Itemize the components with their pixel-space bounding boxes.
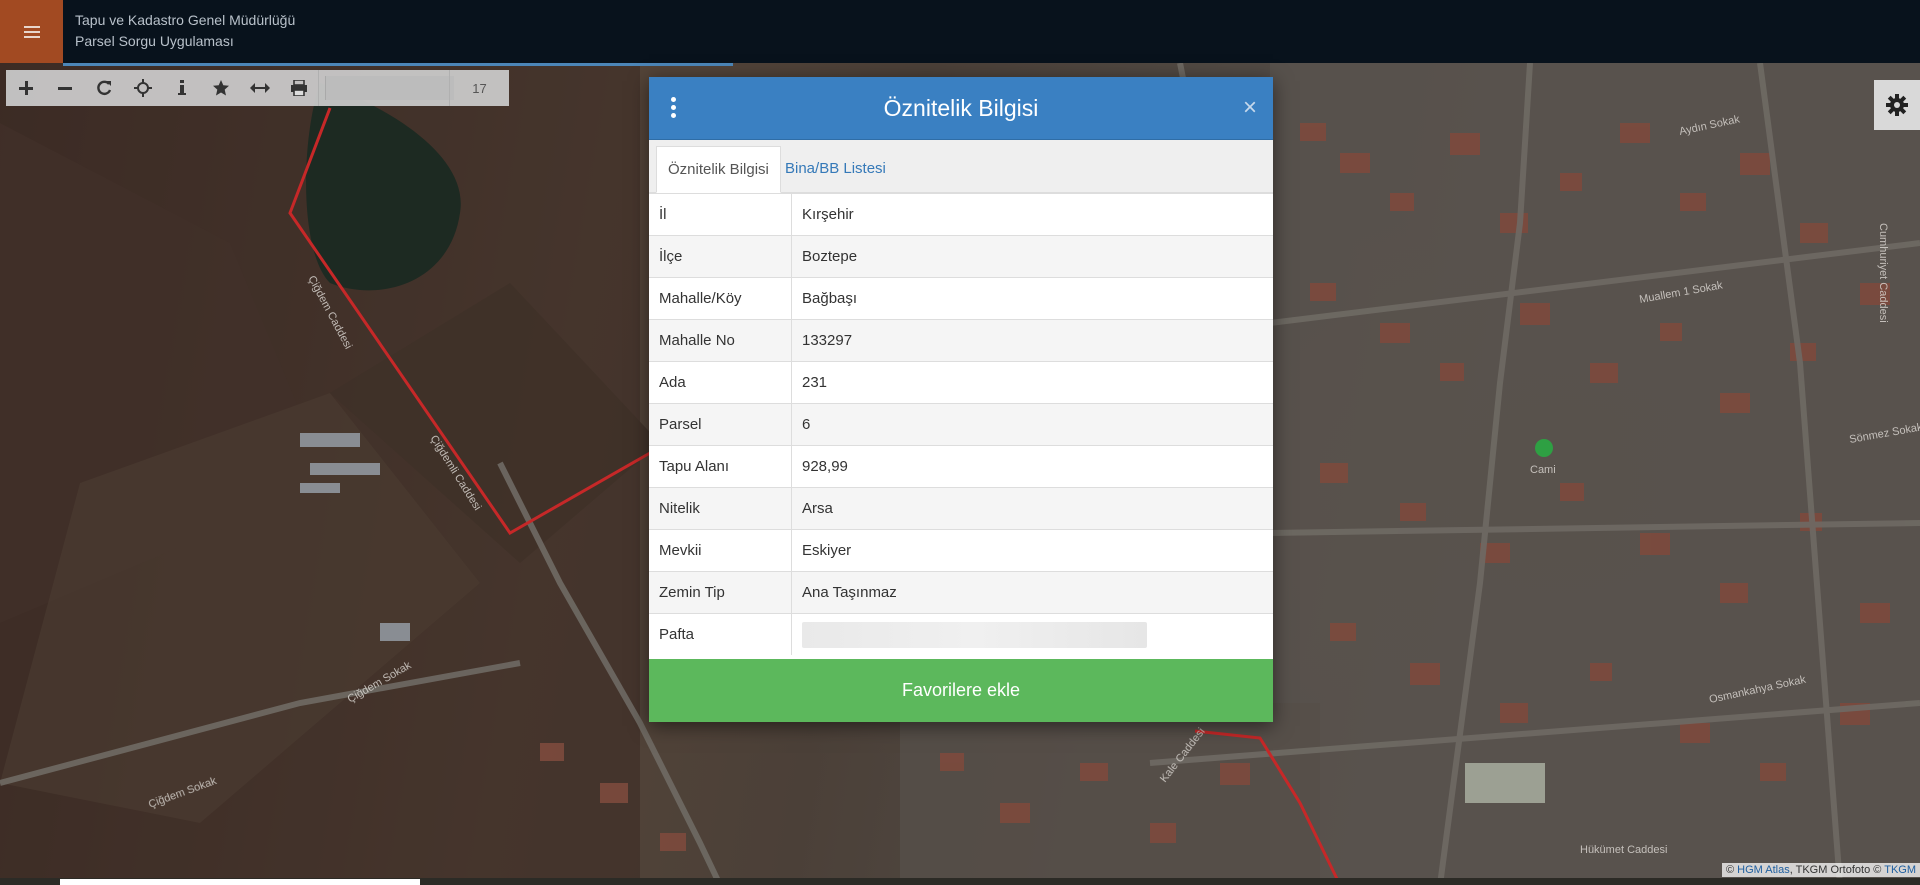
org-name: Tapu ve Kadastro Genel Müdürlüğü: [75, 12, 296, 28]
app-name: Parsel Sorgu Uygulaması: [75, 33, 234, 49]
search-box: [318, 70, 454, 106]
top-bar: Tapu ve Kadastro Genel Müdürlüğü Parsel …: [0, 0, 1920, 63]
add-to-favorites-button[interactable]: Favorilere ekle: [649, 659, 1273, 722]
table-row: Mahalle/Köy Bağbaşı: [649, 277, 1273, 320]
close-icon[interactable]: ×: [1243, 92, 1257, 124]
attribute-value: 6: [791, 403, 1273, 446]
map-label: Hükümet Caddesi: [1580, 844, 1667, 856]
attribute-value: Bağbaşı: [791, 277, 1273, 320]
info-button[interactable]: [162, 70, 201, 106]
menu-button[interactable]: [0, 0, 63, 63]
attribute-value: 928,99: [791, 445, 1273, 488]
table-row: Parsel 6: [649, 403, 1273, 446]
zoom-in-button[interactable]: [6, 70, 45, 106]
attribute-value: Kırşehir: [791, 193, 1273, 236]
dialog-tabs: Öznitelik Bilgisi Bina/BB Listesi: [649, 140, 1273, 193]
measure-button[interactable]: [240, 70, 279, 106]
loading-bar: [63, 63, 733, 66]
attribute-value: Boztepe: [791, 235, 1273, 278]
table-row: Mahalle No 133297: [649, 319, 1273, 362]
attribute-key: Mahalle/Köy: [649, 277, 792, 320]
table-row: Nitelik Arsa: [649, 487, 1273, 530]
table-row: Tapu Alanı 928,99: [649, 445, 1273, 488]
gear-icon: [1886, 94, 1908, 116]
zoom-out-button[interactable]: [45, 70, 84, 106]
map-attribution: © HGM Atlas, TKGM Ortofoto © TKGM: [1721, 863, 1920, 877]
table-row: İl Kırşehir: [649, 193, 1273, 236]
attribute-value: Arsa: [791, 487, 1273, 530]
favorites-button[interactable]: [201, 70, 240, 106]
map-label: Cumhuriyet Caddesi: [1877, 223, 1889, 323]
search-input[interactable]: [325, 76, 454, 100]
attribute-key: Tapu Alanı: [649, 445, 792, 488]
attribute-value: Ana Taşınmaz: [791, 571, 1273, 614]
tab-building-list[interactable]: Bina/BB Listesi: [774, 146, 897, 192]
attribute-value: [791, 613, 1273, 655]
plus-icon: [18, 81, 33, 95]
attribute-key: Mahalle No: [649, 319, 792, 362]
attribute-value: Eskiyer: [791, 529, 1273, 572]
tab-attributes[interactable]: Öznitelik Bilgisi: [656, 146, 781, 193]
attribute-key: İl: [649, 193, 792, 236]
hamburger-icon: [23, 23, 40, 41]
table-row: Mevkii Eskiyer: [649, 529, 1273, 572]
attribute-table: İl Kırşehir İlçe Boztepe Mahalle/Köy Bağbaş…: [649, 193, 1273, 655]
table-row: Ada 231: [649, 361, 1273, 404]
dialog-header: Öznitelik Bilgisi ×: [649, 77, 1273, 140]
attribute-value: 231: [791, 361, 1273, 404]
attribute-dialog: Öznitelik Bilgisi × Öznitelik Bilgisi Bi…: [649, 77, 1273, 722]
attribute-key: Mevkii: [649, 529, 792, 572]
refresh-icon: [96, 80, 111, 96]
map-toolbar: 17: [6, 70, 509, 106]
dialog-title: Öznitelik Bilgisi: [883, 95, 1039, 121]
attribute-key: Pafta: [649, 613, 792, 655]
attribute-value: 133297: [791, 319, 1273, 362]
crosshair-icon: [133, 79, 152, 97]
arrows-horizontal-icon: [249, 83, 270, 93]
mosque-marker-icon[interactable]: [1535, 439, 1553, 457]
minus-icon: [57, 87, 72, 90]
bottom-strip: [0, 878, 1920, 885]
app-title: Tapu ve Kadastro Genel Müdürlüğü Parsel …: [75, 10, 295, 52]
star-icon: [212, 80, 229, 96]
info-icon: [177, 80, 186, 95]
attribute-key: Zemin Tip: [649, 571, 792, 614]
attribute-key: Ada: [649, 361, 792, 404]
table-row: Pafta: [649, 613, 1273, 655]
settings-button[interactable]: [1874, 80, 1920, 130]
refresh-button[interactable]: [84, 70, 123, 106]
attribution-link-hgm[interactable]: HGM Atlas: [1737, 864, 1790, 876]
redacted-value: [802, 621, 1147, 648]
locate-button[interactable]: [123, 70, 162, 106]
table-row: Zemin Tip Ana Taşınmaz: [649, 571, 1273, 614]
table-row: İlçe Boztepe: [649, 235, 1273, 278]
map-label: Cami: [1530, 464, 1556, 476]
attribution-link-tkgm[interactable]: TKGM: [1884, 864, 1916, 876]
attribute-key: İlçe: [649, 235, 792, 278]
attribution-mid: , TKGM Ortofoto ©: [1789, 864, 1885, 876]
attribution-prefix: ©: [1725, 864, 1738, 876]
print-button[interactable]: [279, 70, 318, 106]
print-icon: [290, 80, 307, 96]
attribute-key: Nitelik: [649, 487, 792, 530]
vertical-dots-icon[interactable]: [668, 97, 678, 121]
zoom-level: 17: [449, 70, 509, 106]
attribute-key: Parsel: [649, 403, 792, 446]
